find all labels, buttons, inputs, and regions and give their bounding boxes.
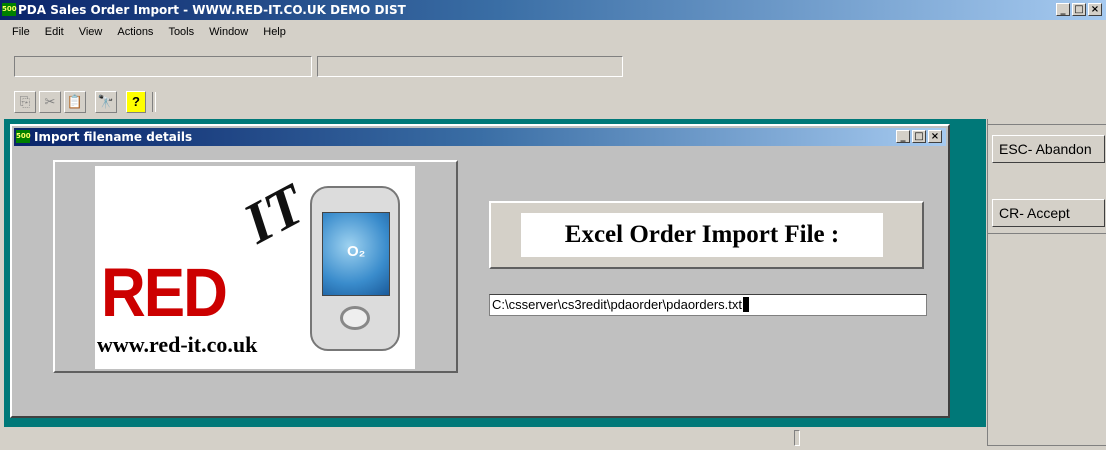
accept-button[interactable]: CR- Accept (992, 199, 1105, 227)
close-button[interactable]: × (1088, 3, 1102, 16)
pda-screen-logo: O₂ (347, 243, 366, 260)
menu-tools[interactable]: Tools (159, 22, 200, 40)
text-caret (743, 297, 749, 312)
menu-window[interactable]: Window (200, 22, 254, 40)
company-logo: RED IT O₂ www.red-it.co.uk (95, 166, 415, 369)
logo-brand-text: RED (101, 255, 228, 332)
menu-edit[interactable]: Edit (36, 22, 70, 40)
menu-view[interactable]: View (70, 22, 109, 40)
pda-device-image: O₂ (310, 186, 400, 351)
help-icon[interactable]: ? (126, 91, 146, 113)
dialog-window-controls: _ □ × (896, 130, 942, 143)
field-label-frame: Excel Order Import File : (489, 201, 924, 269)
dialog-close-button[interactable]: × (928, 130, 942, 143)
menu-help[interactable]: Help (254, 22, 292, 40)
side-divider (988, 445, 1106, 446)
logo-website: www.red-it.co.uk (97, 332, 258, 357)
app-icon: 500 (2, 3, 17, 16)
dialog-title-bar: 500 Import filename details _ □ × (14, 128, 946, 146)
cut-icon[interactable]: ✂ (39, 91, 61, 113)
menu-file[interactable]: File (0, 22, 36, 40)
import-dialog: 500 Import filename details _ □ × RED IT… (10, 124, 950, 418)
import-file-label: Excel Order Import File : (521, 213, 883, 257)
dialog-maximize-button[interactable]: □ (912, 130, 926, 143)
pda-screen: O₂ (322, 212, 390, 296)
import-filename-input[interactable]: C:\csserver\cs3redit\pdaorder\pdaorders.… (489, 294, 927, 316)
find-icon[interactable]: 🔭 (95, 91, 117, 113)
toolbar-separator (152, 92, 156, 112)
pda-navigation-button (340, 306, 370, 330)
header-field-2 (317, 56, 623, 77)
menu-actions[interactable]: Actions (108, 22, 159, 40)
logo-frame: RED IT O₂ www.red-it.co.uk (53, 160, 458, 373)
toolbar: ⎘ ✂ 📋 🔭 ? (14, 89, 156, 115)
status-bar (0, 428, 986, 450)
menu-bar: File Edit View Actions Tools Window Help (0, 22, 292, 40)
main-title-bar: 500 PDA Sales Order Import - WWW.RED-IT.… (0, 0, 1106, 20)
window-title: PDA Sales Order Import - WWW.RED-IT.CO.U… (18, 3, 406, 17)
status-pane (794, 430, 800, 446)
side-divider (988, 124, 1106, 125)
side-divider (988, 233, 1106, 234)
dialog-minimize-button[interactable]: _ (896, 130, 910, 143)
minimize-button[interactable]: _ (1056, 3, 1070, 16)
window-controls: _ □ × (1056, 3, 1102, 16)
paste-icon[interactable]: 📋 (64, 91, 86, 113)
dialog-app-icon: 500 (16, 130, 31, 143)
abandon-button[interactable]: ESC- Abandon (992, 135, 1105, 163)
action-side-panel: ESC- Abandon CR- Accept (987, 119, 1106, 446)
header-field-1 (14, 56, 312, 77)
import-filename-value: C:\csserver\cs3redit\pdaorder\pdaorders.… (492, 297, 742, 312)
dialog-title: Import filename details (34, 130, 193, 144)
copy-icon[interactable]: ⎘ (14, 91, 36, 113)
maximize-button[interactable]: □ (1072, 3, 1086, 16)
logo-it-text: IT (233, 171, 315, 256)
